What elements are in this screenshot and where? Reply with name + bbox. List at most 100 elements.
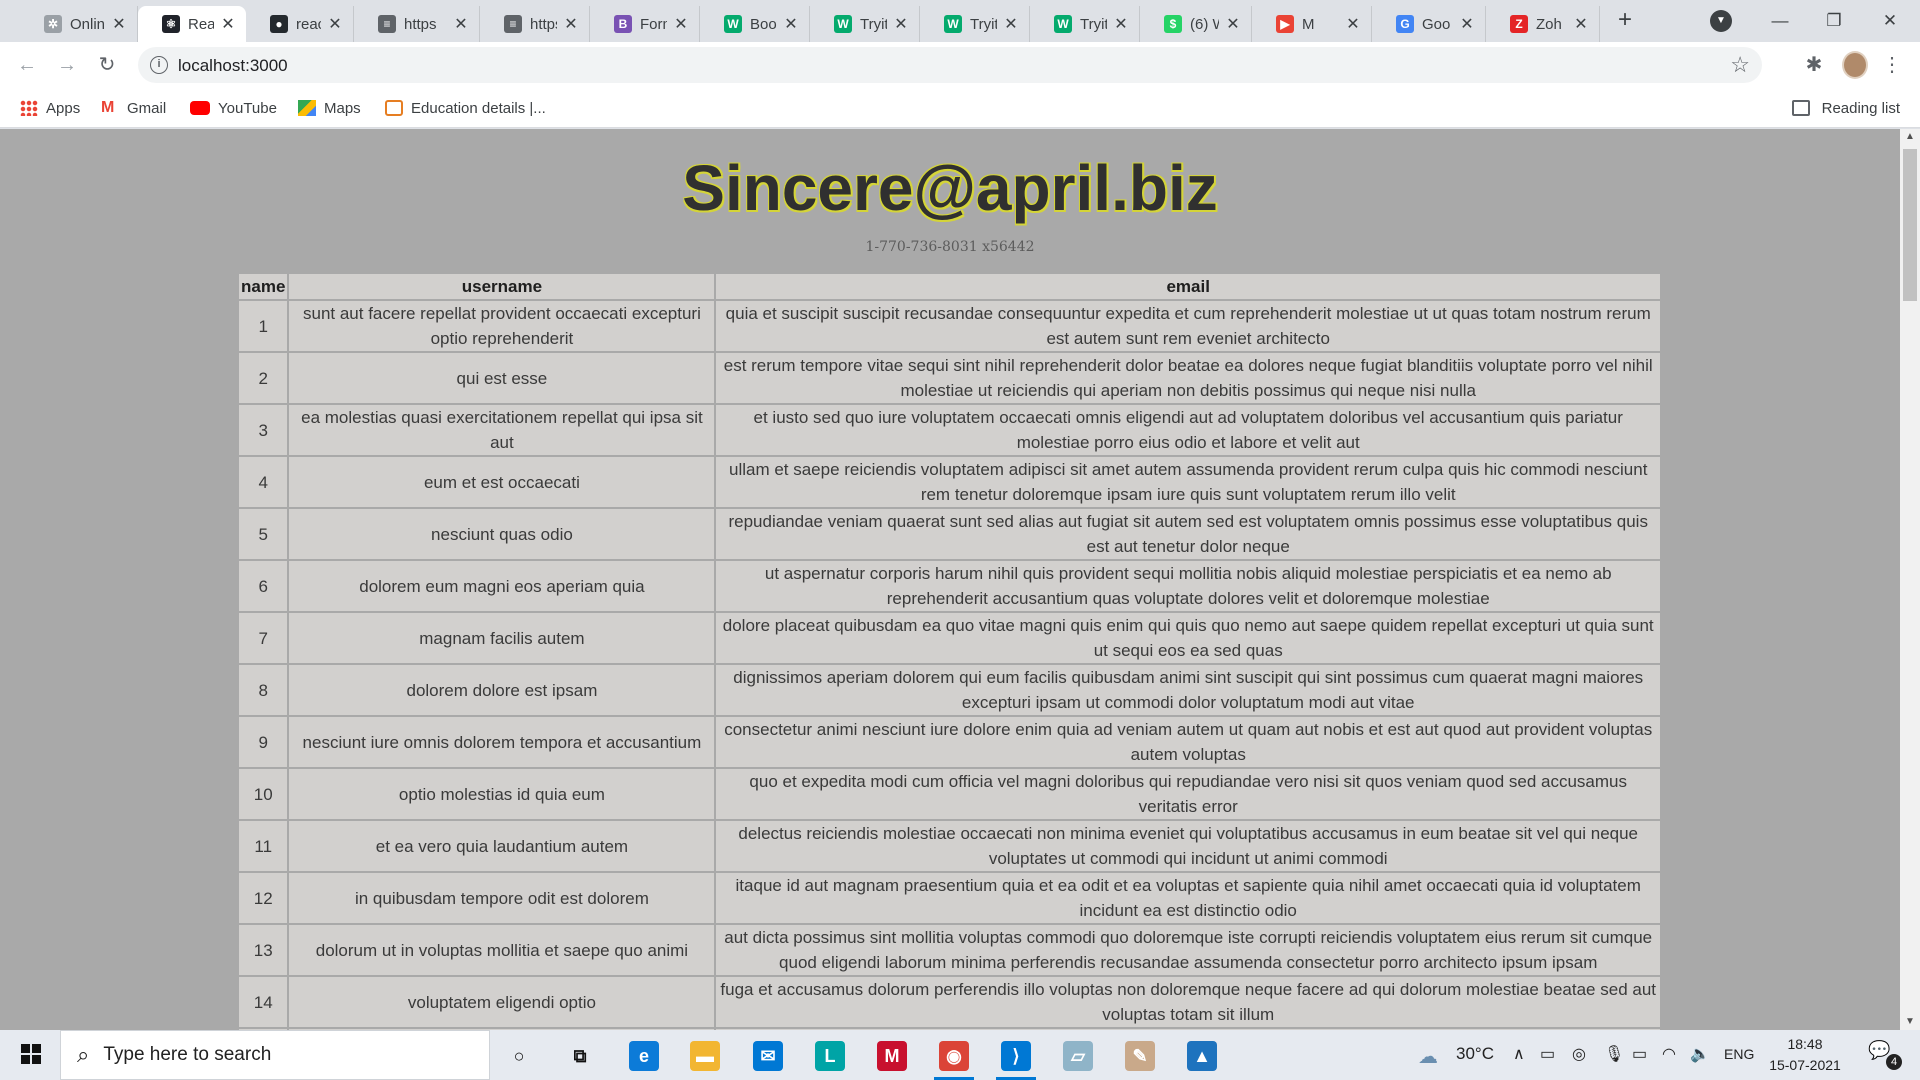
new-tab-button[interactable]: +	[1611, 6, 1639, 34]
tab-close-icon[interactable]: ✕	[783, 14, 799, 34]
browser-tab[interactable]: W Boot ✕	[700, 6, 810, 42]
cell-username: nesciunt quas odio	[287, 507, 717, 561]
cell-email: aut dicta possimus sint mollitia volupta…	[714, 923, 1662, 977]
taskbar-app-mcafee[interactable]: M	[868, 1036, 916, 1076]
taskbar-clock[interactable]: 18:48 15-07-2021	[1760, 1034, 1850, 1076]
tab-close-icon[interactable]: ✕	[1225, 14, 1241, 34]
tab-search-icon[interactable]: ▼	[1710, 10, 1732, 32]
tab-close-icon[interactable]: ✕	[1113, 14, 1129, 34]
cell-name: 8	[236, 663, 290, 717]
bookmark-education[interactable]: Education details |...	[385, 96, 546, 120]
browser-tab[interactable]: $ (6) W ✕	[1140, 6, 1252, 42]
tab-close-icon[interactable]: ✕	[1345, 14, 1361, 34]
gmail-icon: M	[101, 99, 115, 116]
tab-close-icon[interactable]: ✕	[1003, 14, 1019, 34]
tab-title: https	[530, 15, 557, 33]
minimize-window-icon[interactable]: —	[1756, 4, 1804, 38]
browser-tab[interactable]: ▶ M ✕	[1252, 6, 1372, 42]
tab-close-icon[interactable]: ✕	[893, 14, 909, 34]
chrome-icon: ◉	[939, 1041, 969, 1071]
taskbar-app-vscode[interactable]: ⟩	[992, 1036, 1040, 1080]
cell-username: et ea vero quia laudantium autem	[287, 819, 717, 873]
scroll-up-arrow-icon[interactable]: ▲	[1900, 129, 1920, 145]
wifi-icon[interactable]: ◠	[1662, 1044, 1676, 1064]
cell-username: ea molestias quasi exercitationem repell…	[287, 403, 717, 457]
tab-title: Onlin	[70, 15, 105, 33]
profile-avatar[interactable]	[1842, 51, 1868, 79]
taskbar-app-chrome[interactable]: ◉	[930, 1036, 978, 1080]
reload-button[interactable]: ↻	[92, 50, 122, 80]
microphone-icon[interactable]: 🎙	[1604, 1044, 1624, 1064]
bookmark-gmail[interactable]: M Gmail	[101, 96, 166, 120]
browser-tab[interactable]: ≡ https ✕	[480, 6, 590, 42]
taskbar-app-cortana[interactable]: ○	[495, 1036, 543, 1076]
tab-favicon-icon: ≡	[504, 15, 522, 33]
taskbar-search-placeholder[interactable]: Type here to search	[103, 1044, 271, 1066]
network-icon[interactable]: ◎	[1572, 1044, 1586, 1064]
browser-tab[interactable]: ✲ Onlin ✕	[20, 6, 138, 42]
taskbar-app-file-explorer[interactable]: ▬	[681, 1036, 729, 1076]
volume-icon[interactable]: 🔈	[1690, 1044, 1710, 1064]
browser-tab[interactable]: ⚛ Reac ✕	[138, 6, 246, 42]
tab-close-icon[interactable]: ✕	[327, 14, 343, 34]
cell-name: 1	[236, 299, 290, 353]
windows-start-icon[interactable]	[10, 1042, 52, 1068]
browser-tab[interactable]: Z Zoh ✕	[1486, 6, 1600, 42]
menu-icon[interactable]: ⋮	[1880, 51, 1904, 79]
browser-tab[interactable]: ● react ✕	[246, 6, 354, 42]
bookmark-maps[interactable]: Maps	[298, 96, 361, 120]
tab-close-icon[interactable]: ✕	[673, 14, 689, 34]
address-bar[interactable]: i localhost:3000 ☆	[138, 47, 1762, 83]
taskbar-app-photos[interactable]: ▲	[1178, 1036, 1226, 1076]
browser-tab[interactable]: ≡ https ✕	[354, 6, 480, 42]
language-indicator[interactable]: ENG	[1724, 1046, 1754, 1062]
tab-close-icon[interactable]: ✕	[563, 14, 579, 34]
cell-username: dolorem eum magni eos aperiam quia	[287, 559, 717, 613]
tab-close-icon[interactable]: ✕	[1459, 14, 1475, 34]
browser-tab[interactable]: W Tryit ✕	[810, 6, 920, 42]
taskbar-app-app-feather[interactable]: ✎	[1116, 1036, 1164, 1076]
forward-button[interactable]: →	[52, 50, 82, 80]
bookmark-star-icon[interactable]: ☆	[1730, 52, 1750, 78]
reading-list-button[interactable]: Reading list	[1791, 96, 1900, 120]
tab-title: react	[296, 15, 321, 33]
bookmark-youtube[interactable]: YouTube	[190, 96, 277, 120]
taskbar-app-mail[interactable]: ✉	[744, 1036, 792, 1076]
browser-tab[interactable]: W Tryit ✕	[1030, 6, 1140, 42]
show-hidden-icons-icon[interactable]: ∧	[1513, 1044, 1525, 1064]
extensions-icon[interactable]: ✱	[1800, 51, 1828, 79]
action-center-button[interactable]: 💬 4	[1868, 1040, 1902, 1070]
device-icon[interactable]: ▭	[1540, 1044, 1555, 1064]
taskbar-app-l-app[interactable]: L	[806, 1036, 854, 1076]
tab-close-icon[interactable]: ✕	[220, 14, 236, 34]
cell-name: 6	[236, 559, 290, 613]
scrollbar-thumb[interactable]	[1903, 149, 1917, 301]
tab-close-icon[interactable]: ✕	[1573, 14, 1589, 34]
tab-favicon-icon: Z	[1510, 15, 1528, 33]
site-info-icon[interactable]: i	[150, 56, 168, 74]
taskbar-search-box[interactable]: ⌕ Type here to search	[60, 1030, 490, 1080]
bookmark-apps[interactable]: Apps	[20, 96, 80, 120]
bookmark-label: Education details |...	[411, 99, 546, 117]
tab-close-icon[interactable]: ✕	[453, 14, 469, 34]
tab-favicon-icon: W	[724, 15, 742, 33]
cortana-icon: ○	[504, 1041, 534, 1071]
cell-name: 4	[236, 455, 290, 509]
close-window-icon[interactable]: ✕	[1866, 4, 1914, 38]
mail-icon: ✉	[753, 1041, 783, 1071]
taskbar-app-edge[interactable]: e	[620, 1036, 668, 1076]
browser-tab[interactable]: W Tryit ✕	[920, 6, 1030, 42]
browser-tab[interactable]: G Goo ✕	[1372, 6, 1486, 42]
browser-tab[interactable]: B Form ✕	[590, 6, 700, 42]
scroll-down-arrow-icon[interactable]: ▼	[1900, 1014, 1920, 1030]
vertical-scrollbar[interactable]: ▲ ▼	[1900, 129, 1920, 1030]
weather-icon[interactable]: ☁	[1418, 1044, 1438, 1069]
weather-temperature[interactable]: 30°C	[1456, 1044, 1494, 1064]
maximize-window-icon[interactable]: ❐	[1810, 4, 1858, 38]
taskbar-app-app-grey[interactable]: ▱	[1054, 1036, 1102, 1076]
address-bar-url[interactable]: localhost:3000	[178, 56, 288, 76]
battery-icon[interactable]: ▭	[1632, 1044, 1647, 1064]
tab-close-icon[interactable]: ✕	[111, 14, 127, 34]
back-button[interactable]: ←	[12, 50, 42, 80]
taskbar-app-task-view[interactable]: ⧉	[556, 1036, 604, 1076]
